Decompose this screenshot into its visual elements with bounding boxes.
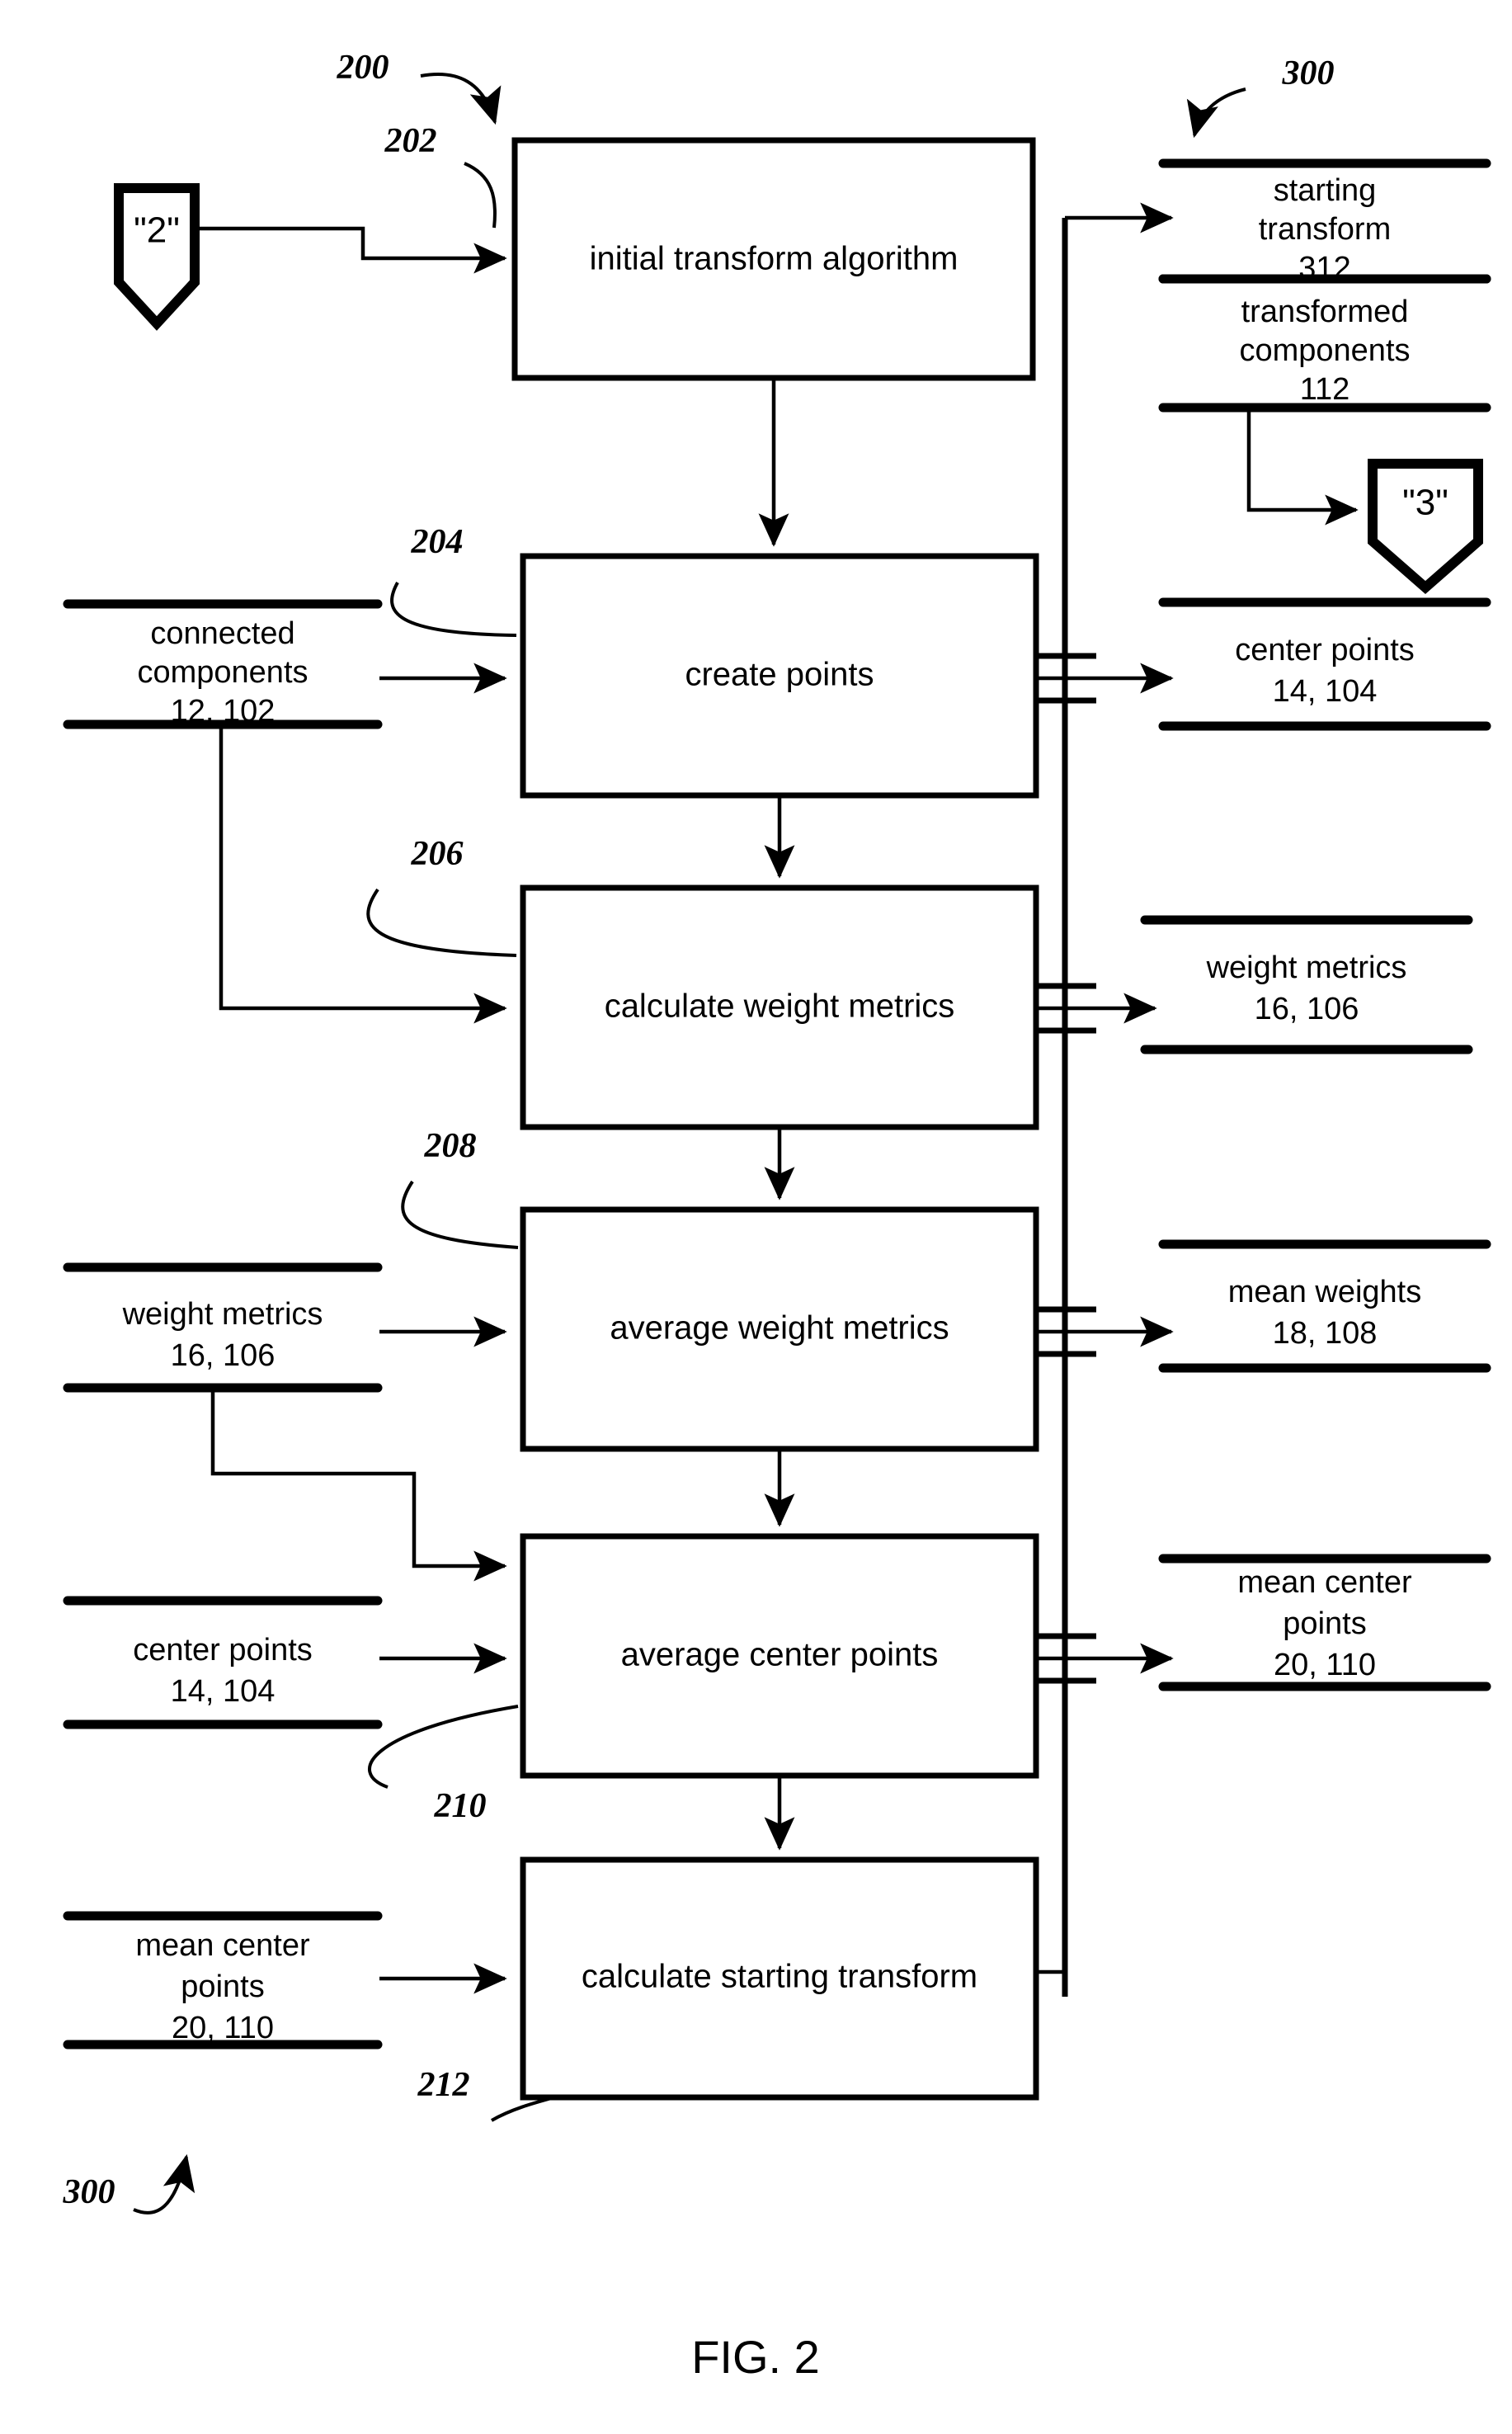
data-block-line: center points <box>133 1633 313 1667</box>
data-block-line: 14, 104 <box>171 1674 276 1709</box>
data-block-line: mean center <box>135 1928 310 1963</box>
data-block-line: 16, 106 <box>1255 992 1359 1026</box>
data-block-line: transform <box>1259 212 1391 247</box>
flow-arrow-connector2-to-initial <box>196 226 507 274</box>
data-block-line: mean weights <box>1228 1275 1421 1309</box>
figure-caption: FIG. 2 <box>691 2331 820 2383</box>
process-box-average-weight-metrics[interactable]: average weight metrics <box>520 1206 1039 1452</box>
data-block-center-points-output: center points 14, 104 <box>1158 597 1491 731</box>
process-box-label: average center points <box>621 1637 939 1673</box>
data-block-weight-metrics-input: weight metrics 16, 106 <box>63 1262 383 1393</box>
reference-numeral-210: 210 <box>367 1705 519 1825</box>
process-box-label: calculate starting transform <box>582 1959 977 1995</box>
process-box-initial-transform-algorithm[interactable]: initial transform algorithm <box>511 137 1036 381</box>
reference-numeral-300-top: 300 <box>1186 54 1335 139</box>
data-block-line: 14, 104 <box>1273 674 1378 709</box>
data-block-line: components <box>137 655 308 690</box>
data-block-line: weight metrics <box>1206 950 1407 985</box>
output-bus-line <box>1034 218 1096 1997</box>
data-block-line: mean center <box>1237 1565 1412 1600</box>
reference-numeral-300-bottom: 300 <box>63 2153 195 2215</box>
reference-numeral-label: 208 <box>424 1127 477 1165</box>
data-block-line: connected <box>150 616 294 651</box>
reference-numeral-label: 206 <box>411 835 464 873</box>
data-block-line: center points <box>1235 633 1415 667</box>
process-box-create-points[interactable]: create points <box>520 553 1039 799</box>
reference-numeral-label: 210 <box>434 1787 487 1825</box>
flow-arrow-transformed-components-to-connector3 <box>1246 408 1359 526</box>
data-block-line: points <box>181 1969 264 2004</box>
data-block-connected-components-input: connected components 12, 102 <box>63 599 383 729</box>
data-block-line: weight metrics <box>122 1297 323 1332</box>
process-box-calculate-weight-metrics[interactable]: calculate weight metrics <box>520 884 1039 1130</box>
reference-numeral-200: 200 <box>337 49 502 125</box>
data-block-center-points-input: center points 14, 104 <box>63 1596 383 1729</box>
offpage-connector-3[interactable]: "3" <box>1368 459 1483 594</box>
reference-numeral-label: 204 <box>411 523 464 561</box>
offpage-connector-2-label: "2" <box>134 210 180 251</box>
data-block-mean-weights-output: mean weights 18, 108 <box>1158 1239 1491 1373</box>
data-block-line: points <box>1283 1606 1366 1641</box>
offpage-connector-3-label: "3" <box>1402 483 1448 523</box>
flow-line-weight-metrics-to-average-center <box>210 1389 507 1582</box>
reference-numeral-label: 202 <box>384 122 437 160</box>
data-block-weight-metrics-output: weight metrics 16, 106 <box>1140 915 1473 1054</box>
process-box-label: average weight metrics <box>610 1310 949 1347</box>
data-block-mean-center-points-output: mean center points 20, 110 <box>1158 1554 1491 1691</box>
process-box-average-center-points[interactable]: average center points <box>520 1533 1039 1779</box>
reference-numeral-label: 200 <box>337 49 389 87</box>
patent-figure-page: initial transform algorithm create point… <box>0 0 1512 2434</box>
data-block-line: starting <box>1274 173 1377 208</box>
data-block-line: 20, 110 <box>1274 1648 1376 1682</box>
reference-numeral-label: 300 <box>1282 54 1335 92</box>
reference-numeral-label: 300 <box>63 2173 115 2211</box>
flow-line-calc-start-to-bus <box>1036 1969 1067 1997</box>
reference-numeral-206: 206 <box>366 835 517 957</box>
data-block-line: components <box>1239 333 1410 368</box>
process-box-label: create points <box>685 657 874 693</box>
flowchart-svg: initial transform algorithm create point… <box>63 49 1491 2383</box>
process-box-calculate-starting-transform[interactable]: calculate starting transform <box>520 1856 1039 2101</box>
data-block-line: 18, 108 <box>1273 1316 1378 1351</box>
reference-numeral-label: 212 <box>417 2066 470 2104</box>
reference-numeral-208: 208 <box>401 1127 519 1249</box>
offpage-connector-2[interactable]: "2" <box>114 183 200 331</box>
data-block-mean-center-points-input: mean center points 20, 110 <box>63 1911 383 2050</box>
process-box-label: calculate weight metrics <box>605 988 955 1025</box>
data-block-transformed-components: transformed components 112 <box>1158 274 1491 413</box>
data-block-line: 16, 106 <box>171 1338 276 1373</box>
reference-numeral-204: 204 <box>390 523 517 637</box>
process-box-label: initial transform algorithm <box>590 241 959 277</box>
reference-numeral-202: 202 <box>384 122 497 229</box>
data-block-line: 12, 102 <box>171 694 276 729</box>
data-block-line: transformed <box>1241 295 1409 329</box>
data-block-line: 112 <box>1300 372 1350 407</box>
data-block-line: 20, 110 <box>172 2011 274 2045</box>
data-block-starting-transform: starting transform 312 <box>1158 158 1491 285</box>
